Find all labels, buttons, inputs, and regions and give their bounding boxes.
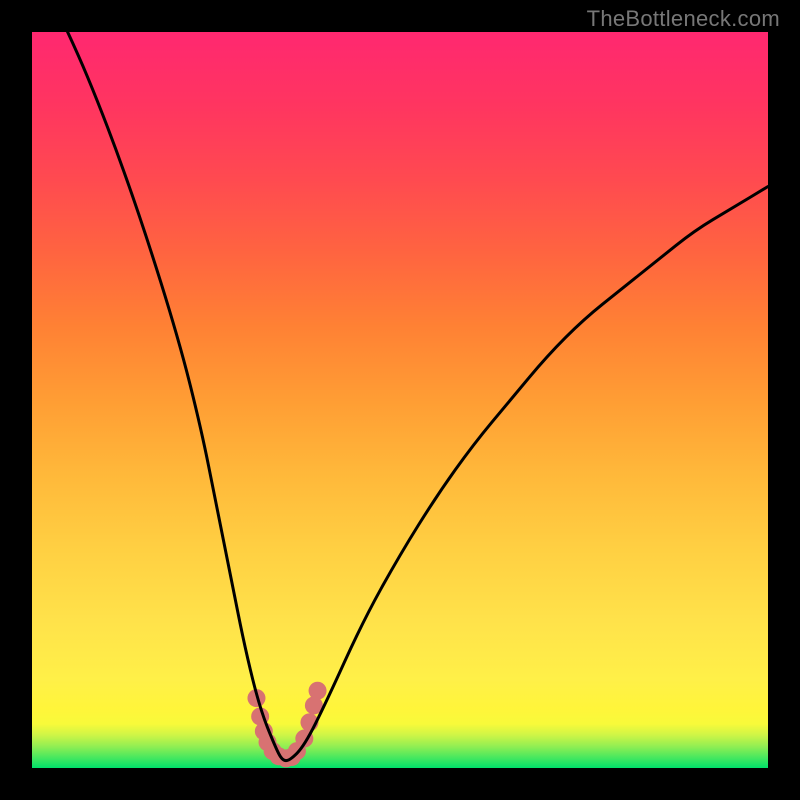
plot-area bbox=[32, 32, 768, 768]
outer-frame: TheBottleneck.com bbox=[0, 0, 800, 800]
chart-svg bbox=[32, 32, 768, 768]
curve-marker bbox=[309, 682, 327, 700]
bottleneck-curve bbox=[32, 32, 768, 761]
watermark-text: TheBottleneck.com bbox=[587, 6, 780, 32]
